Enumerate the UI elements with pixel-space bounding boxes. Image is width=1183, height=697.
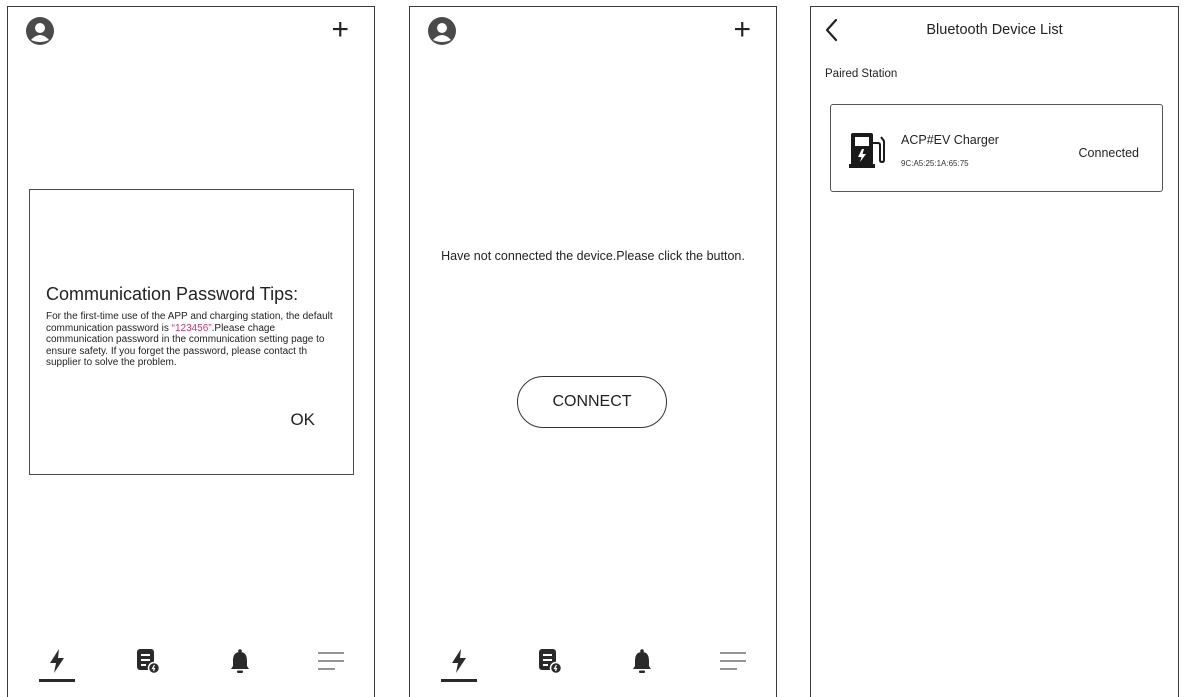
bell-icon (633, 649, 651, 673)
screen-connect: + Have not connected the device.Please c… (409, 6, 777, 697)
nav-menu[interactable] (715, 643, 751, 679)
connect-button[interactable]: CONNECT (517, 376, 667, 428)
bottom-nav (410, 637, 776, 697)
page-title: Bluetooth Device List (926, 22, 1063, 38)
lightning-icon (452, 649, 466, 673)
screen-bluetooth-list: Bluetooth Device List Paired Station ACP… (810, 6, 1179, 697)
nav-charging[interactable] (39, 643, 75, 679)
dialog-title: Communication Password Tips: (46, 284, 299, 304)
default-password: “123456” (171, 322, 212, 334)
bottom-nav (8, 637, 374, 697)
menu-icon (318, 652, 344, 670)
device-card[interactable]: ACP#EV Charger 9C:A5:25:1A:65:75 Connect… (830, 104, 1163, 192)
paired-station-label: Paired Station (825, 68, 898, 80)
bell-icon (231, 649, 249, 673)
ok-button[interactable]: OK (290, 410, 315, 430)
password-tips-dialog: Communication Password Tips: For the fir… (29, 189, 354, 475)
not-connected-notice: Have not connected the device.Please cli… (441, 249, 745, 263)
device-name: ACP#EV Charger (901, 133, 999, 147)
nav-menu[interactable] (313, 643, 349, 679)
device-status: Connected (1078, 146, 1139, 160)
nav-active-indicator (441, 679, 477, 682)
lightning-icon (50, 649, 64, 673)
charging-station-icon (849, 133, 885, 168)
nav-charging[interactable] (441, 643, 477, 679)
nav-notifications[interactable] (624, 643, 660, 679)
avatar-icon[interactable] (25, 16, 55, 46)
add-icon[interactable]: + (331, 15, 349, 45)
add-icon[interactable]: + (733, 15, 751, 45)
nav-active-indicator (39, 679, 75, 682)
nav-records[interactable] (532, 643, 568, 679)
avatar-icon[interactable] (427, 16, 457, 46)
screen-password-tips: + Communication Password Tips: For the f… (7, 6, 375, 697)
nav-records[interactable] (130, 643, 166, 679)
device-mac-address: 9C:A5:25:1A:65:75 (901, 159, 969, 168)
dialog-body: For the first-time use of the APP and ch… (46, 311, 341, 369)
menu-icon (720, 652, 746, 670)
nav-notifications[interactable] (222, 643, 258, 679)
records-icon (539, 649, 563, 675)
records-icon (137, 649, 161, 675)
